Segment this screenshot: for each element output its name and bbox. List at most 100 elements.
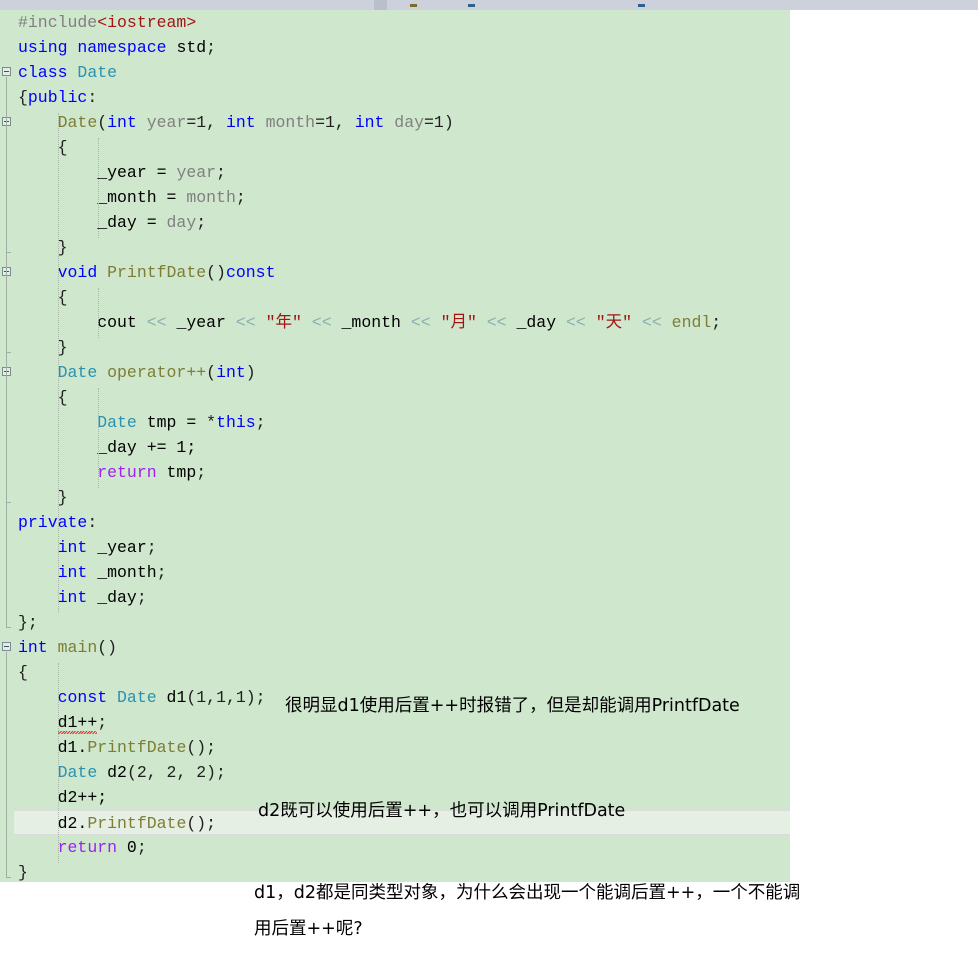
code-token: ; [136,838,147,857]
code-token: << [311,313,342,332]
code-token: operator++ [107,363,207,382]
code-line[interactable]: } [14,235,790,260]
code-token: month [186,188,236,207]
code-line[interactable]: _day += 1; [14,435,790,460]
code-line[interactable]: Date operator++(int) [14,360,790,385]
code-line[interactable]: using namespace std; [14,35,790,60]
fold-toggle-icon[interactable] [2,67,11,76]
code-token: int [107,113,147,132]
code-editor-surface[interactable]: #include<iostream> using namespace std; cl… [0,10,790,882]
code-line[interactable]: return 0; [14,835,790,860]
code-token: int [216,363,246,382]
code-token: using namespace [18,38,177,57]
code-content[interactable]: #include<iostream> using namespace std; cl… [14,10,790,885]
code-line[interactable]: _day = day; [14,210,790,235]
code-token: << [486,313,517,332]
code-line[interactable]: } [14,485,790,510]
code-token: { [57,138,68,157]
code-token: ; [97,713,108,732]
code-line[interactable]: private: [14,510,790,535]
code-token: : [87,513,98,532]
code-token: } [18,863,28,882]
code-token: void [57,263,108,282]
code-token: d1. [57,738,88,757]
code-token: <iostream> [97,13,197,32]
breakpoint-mark-icon [638,4,645,7]
code-token: << [235,313,266,332]
annotation-note-3-line-2: 用后置++呢? [254,919,363,939]
scrollbar-thumb[interactable] [374,0,387,10]
code-token: int [57,538,98,557]
indent-guide [98,138,99,238]
code-line[interactable]: return tmp; [14,460,790,485]
fold-region-line [6,127,7,252]
code-token: Date [77,63,118,82]
code-token: int [18,638,58,657]
code-line[interactable]: #include<iostream> [14,10,790,35]
code-token: }; [18,613,38,632]
code-line[interactable]: Date d2(2, 2, 2); [14,760,790,785]
fold-region-end-tick [6,502,11,503]
code-token: tmp [166,463,197,482]
code-line[interactable]: }; [14,610,790,635]
annotation-note-3-line-1: d1，d2都是同类型对象，为什么会出现一个能调后置++，一个不能调 [254,883,801,903]
indent-guide [98,388,99,488]
code-token: year [176,163,217,182]
code-token: d2++; [57,788,108,807]
code-token: int [57,563,98,582]
code-token: } [57,338,68,357]
code-line[interactable]: {public: [14,85,790,110]
code-line[interactable]: int _year; [14,535,790,560]
code-token: "月" [440,313,477,332]
fold-toggle-icon[interactable] [2,642,11,651]
code-line[interactable]: int _day; [14,585,790,610]
code-token: endl [671,313,712,332]
code-line[interactable]: { [14,285,790,310]
code-line[interactable]: cout << _year << "年" << _month << "月" <<… [14,310,790,335]
code-line[interactable]: void PrintfDate()const [14,260,790,285]
code-line[interactable]: { [14,385,790,410]
code-line[interactable]: { [14,660,790,685]
code-line[interactable]: class Date [14,60,790,85]
code-line[interactable]: } [14,335,790,360]
code-error-token: d1++ [57,713,98,732]
code-token: d2 [107,763,127,782]
editor-toolbar-strip [0,0,978,10]
code-line[interactable]: d1.PrintfDate(); [14,735,790,760]
code-line[interactable]: Date(int year=1, int month=1, int day=1) [14,110,790,135]
code-token: "年" [265,313,302,332]
code-line[interactable]: int main() [14,635,790,660]
code-token: tmp = [146,413,207,432]
code-line[interactable]: _year = year; [14,160,790,185]
code-line[interactable]: Date tmp = *this; [14,410,790,435]
code-token: Date [57,363,108,382]
code-line[interactable]: { [14,135,790,160]
code-token: << [566,313,596,332]
code-token: _year [97,538,147,557]
code-token: return [97,463,167,482]
code-line[interactable]: _month = month; [14,185,790,210]
fold-region-end-tick [6,627,11,628]
indent-guide [58,113,59,613]
code-fold-gutter[interactable] [0,10,14,882]
code-token: (); [186,814,217,833]
breakpoint-mark-icon [468,4,475,7]
fold-region-end-tick [6,877,11,878]
code-token: #include [18,13,98,32]
code-line[interactable]: int _month; [14,560,790,585]
code-token: =1) [424,113,454,132]
code-token: _month [341,313,411,332]
